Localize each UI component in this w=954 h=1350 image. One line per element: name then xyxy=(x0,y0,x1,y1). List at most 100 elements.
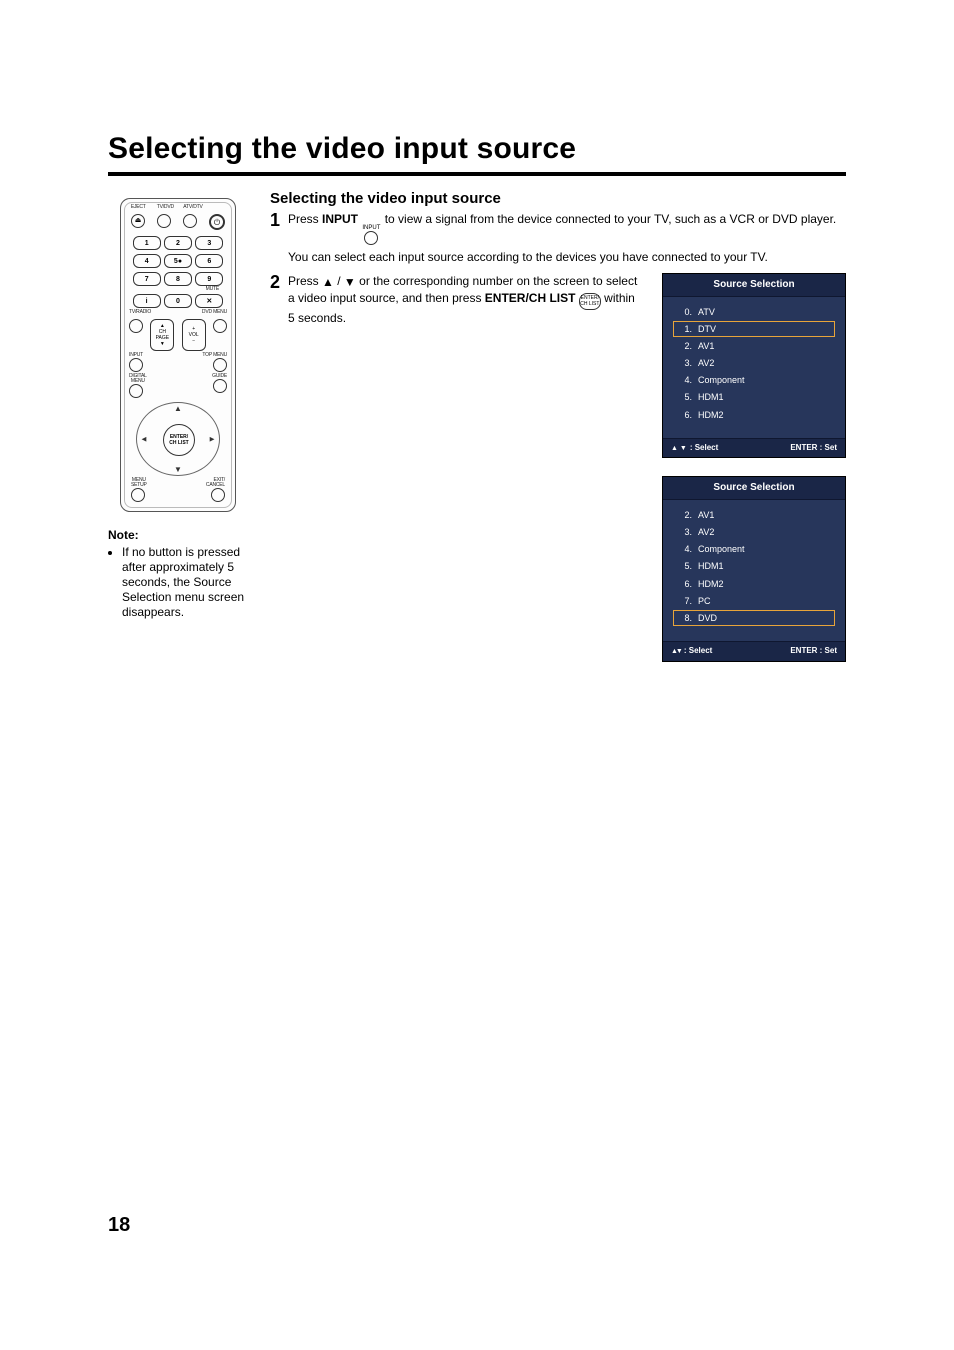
remote-num-3: 3 xyxy=(195,236,223,250)
remote-label-menusetup: MENU SETUP xyxy=(131,478,147,488)
remote-menusetup-button xyxy=(131,488,145,502)
osd-item: 3 AV2 xyxy=(673,524,835,540)
remote-num-8: 8 xyxy=(164,272,192,286)
osd-b-footer: : Select ENTER : Set xyxy=(663,641,845,661)
osd-item: 5HDM1 xyxy=(673,389,835,405)
osd-column: Source Selection 0ATV1DTV2AV13AV24Compon… xyxy=(662,273,846,662)
remote-enter-button: ENTER/ CH LIST xyxy=(163,424,195,456)
osd-item-number: 2 xyxy=(678,509,692,521)
osd-item: 4 Component xyxy=(673,541,835,557)
osd-item: 2 AV1 xyxy=(673,338,835,354)
osd-a-foot-left: : Select xyxy=(690,443,718,452)
step2-slash: / xyxy=(334,274,344,288)
osd-item-label: AV1 xyxy=(698,509,714,521)
osd-item-number: 1 xyxy=(678,323,692,335)
remote-dvdmenu-button xyxy=(213,319,227,333)
remote-topmenu-button xyxy=(213,358,227,372)
osd-item-label: HDM2 xyxy=(698,409,724,421)
osd-item-label: PC xyxy=(698,595,711,607)
step1-text-a: Press xyxy=(288,212,322,226)
step2-text-a: Press xyxy=(288,274,322,288)
remote-dpad: ▲ ▼ ◄ ► ENTER/ CH LIST xyxy=(136,402,220,476)
osd-a-body: 0ATV1DTV 2 AV1 3AV2 4 Component 5HDM1 6 HDM2 xyxy=(663,297,845,438)
remote-num-7: 7 xyxy=(133,272,161,286)
left-column: EJECT TV/DVD ATV/DTV ⏏ ⏻ 123 45●6 xyxy=(108,190,248,666)
remote-tvradio-button xyxy=(129,319,143,333)
osd-b-body: 2 AV1 3 AV2 4 Component 5 HDM1 6 HDM2 7 PC 8 DVD xyxy=(663,500,845,641)
remote-label-mute: MUTE xyxy=(131,287,219,292)
up-triangle-icon: ▲ xyxy=(322,274,334,290)
osd-item-label: Component xyxy=(698,543,745,555)
up-down-arrows-icon xyxy=(671,443,690,452)
osd-item-label: HDM2 xyxy=(698,578,724,590)
remote-input-button xyxy=(129,358,143,372)
page-number: 18 xyxy=(108,1214,130,1237)
osd-item-label: AV1 xyxy=(698,340,714,352)
remote-ch-button: ▲CH PAGE▼ xyxy=(150,319,174,351)
osd-item-number: 4 xyxy=(678,374,692,386)
note-block: Note: If no button is pressed after appr… xyxy=(108,528,248,620)
page-title: Selecting the video input source xyxy=(108,132,846,166)
osd-a-footer: : Select ENTER : Set xyxy=(663,438,845,458)
remote-num-0: 0 xyxy=(164,294,192,308)
down-triangle-icon: ▼ xyxy=(344,274,356,290)
right-column: Selecting the video input source 1 Press… xyxy=(270,190,846,666)
remote-num-5: 5● xyxy=(164,254,192,268)
osd-a-foot-right: ENTER : Set xyxy=(790,443,837,454)
remote-label-atvdtv: ATV/DTV xyxy=(183,205,199,210)
remote-num-1: 1 xyxy=(133,236,161,250)
columns: EJECT TV/DVD ATV/DTV ⏏ ⏻ 123 45●6 xyxy=(108,190,846,666)
step-1: 1 Press INPUT INPUT to view a signal fro… xyxy=(270,211,846,269)
osd-item-label: HDM1 xyxy=(698,391,724,403)
remote-tvdvd-button xyxy=(157,214,171,228)
step2-enter-label: ENTER/CH LIST xyxy=(485,291,576,305)
step-2-body: Press ▲ / ▼ or the corresponding number … xyxy=(288,273,846,662)
remote-label-eject: EJECT xyxy=(130,205,146,210)
osd-item-number: 6 xyxy=(678,409,692,421)
remote-power-button: ⏻ xyxy=(209,214,225,230)
title-rule xyxy=(108,172,846,176)
osd-item-label: HDM1 xyxy=(698,560,724,572)
osd-item-label: Component xyxy=(698,374,745,386)
osd-item-label: AV2 xyxy=(698,526,714,538)
remote-label-tvdvd: TV/DVD xyxy=(157,205,173,210)
remote-info-button: i xyxy=(133,294,161,308)
osd-item: 0ATV xyxy=(673,304,835,320)
step1-text-c: You can select each input source accordi… xyxy=(288,249,846,265)
osd-item-label: DVD xyxy=(698,612,717,624)
osd-panel-a: Source Selection 0ATV1DTV2AV13AV24Compon… xyxy=(662,273,846,458)
osd-item: 1DTV xyxy=(673,321,835,337)
osd-item-number: 2 xyxy=(678,340,692,352)
osd-item-number: 3 xyxy=(678,357,692,369)
remote-number-grid: 123 45●6 789 MUTE i0✕ xyxy=(125,230,231,308)
remote-eject-button: ⏏ xyxy=(131,214,145,228)
osd-b-foot-left: : Select xyxy=(684,646,712,655)
remote-label-tvradio: TV/RADIO xyxy=(129,310,151,315)
input-button-icon: INPUT xyxy=(362,225,380,245)
step-1-body: Press INPUT INPUT to view a signal from … xyxy=(288,211,846,269)
step2-text: Press ▲ / ▼ or the corresponding number … xyxy=(288,273,644,330)
remote-label-exitcancel: EXIT/ CANCEL xyxy=(206,478,225,488)
osd-item-number: 7 xyxy=(678,595,692,607)
osd-item-number: 5 xyxy=(678,560,692,572)
remote-exitcancel-button xyxy=(211,488,225,502)
remote-label-topmenu: TOP MENU xyxy=(202,353,227,358)
enter-button-icon: ENTER/CH LIST xyxy=(579,293,601,310)
remote-num-2: 2 xyxy=(164,236,192,250)
remote-guide-button xyxy=(213,379,227,393)
osd-item-number: 8 xyxy=(678,612,692,624)
remote-label-digitalmenu: DIGITAL MENU xyxy=(129,374,147,384)
step-2-number: 2 xyxy=(270,273,288,662)
remote-digitalmenu-button xyxy=(129,384,143,398)
osd-b-foot-right: ENTER : Set xyxy=(790,646,837,657)
osd-item-number: 4 xyxy=(678,543,692,555)
osd-item: 3AV2 xyxy=(673,355,835,371)
osd-item: 4 Component xyxy=(673,372,835,388)
note-heading: Note: xyxy=(108,528,248,543)
remote-atvdtv-button xyxy=(183,214,197,228)
osd-item-number: 3 xyxy=(678,526,692,538)
step-1-number: 1 xyxy=(270,211,288,269)
section-title: Selecting the video input source xyxy=(270,190,846,207)
note-item: If no button is pressed after approximat… xyxy=(122,545,248,620)
osd-item-number: 6 xyxy=(678,578,692,590)
